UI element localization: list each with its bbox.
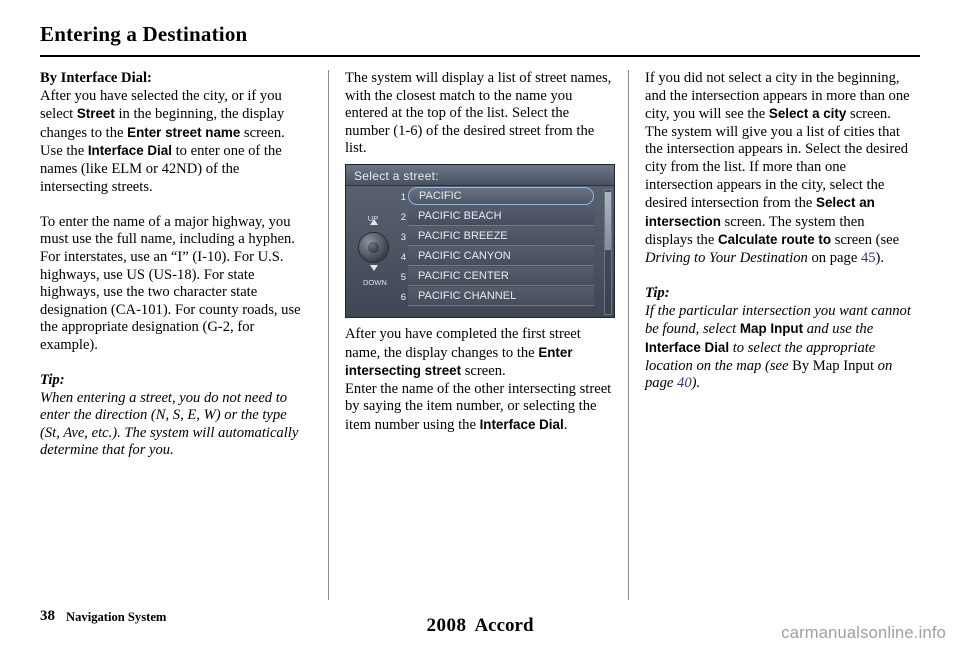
col2-paragraph-1: The system will display a list of street… <box>345 70 612 157</box>
col1-heading-text: By Interface Dial: <box>40 70 152 86</box>
col3-paragraph-1: If you did not select a city in the begi… <box>645 70 915 268</box>
col2-paragraph-3: Enter the name of the other intersecting… <box>345 381 615 435</box>
nav-list-numbers: 1 2 3 4 5 6 <box>392 186 406 317</box>
column-3: If you did not select a city in the begi… <box>645 70 915 393</box>
col3-spacer-1 <box>645 268 915 286</box>
manual-page: Entering a Destination By Interface Dial… <box>0 0 960 655</box>
nav-list-number-2: 2 <box>400 211 406 223</box>
nav-screen-figure: Select a street: UP DOWN 1 2 3 4 5 6 PAC… <box>345 163 615 318</box>
nav-list-number-6: 6 <box>400 291 406 303</box>
col3-tip-text: If the particular intersection you want … <box>645 303 915 393</box>
col2-paragraph-2: After you have completed the first stree… <box>345 326 615 381</box>
col3-tip-map-input-term: Map Input <box>739 321 804 337</box>
list-item[interactable]: PACIFIC BREEZE <box>408 226 594 246</box>
title-divider <box>40 55 920 57</box>
col1-p1-interface-dial-term: Interface Dial <box>87 143 172 159</box>
column-2: The system will display a list of street… <box>345 70 615 435</box>
col1-p1-enter-street-name-term: Enter street name <box>127 124 241 140</box>
nav-list-scrollbar-thumb[interactable] <box>605 191 611 250</box>
col3-p1-select-city-term: Select a city <box>768 106 847 122</box>
col1-tip-label-text: Tip: <box>40 372 65 389</box>
column-divider-1 <box>328 70 329 600</box>
column-divider-2 <box>628 70 629 600</box>
list-item[interactable]: PACIFIC BEACH <box>408 206 594 226</box>
nav-list-number-3: 3 <box>400 231 406 243</box>
footer-model: Accord <box>474 615 534 636</box>
list-item[interactable]: PACIFIC <box>408 186 594 205</box>
col2-p2-b: screen. <box>461 363 506 380</box>
col3-p1-driving-reference: Driving to Your Destination <box>645 249 808 266</box>
col3-p1-d: screen (see <box>831 232 900 249</box>
col1-tip-label: Tip: <box>40 372 310 390</box>
nav-screen-header: Select a street: <box>346 164 614 186</box>
col3-tip-bymap-reference: By Map Input <box>792 357 875 374</box>
col3-tip-interface-dial-term: Interface Dial <box>645 339 730 355</box>
nav-list-number-1: 1 <box>400 191 406 203</box>
dial-knob-icon <box>358 231 389 263</box>
col3-tip-page-reference[interactable]: 40 <box>677 375 692 391</box>
col1-heading: By Interface Dial: <box>40 70 310 88</box>
list-item[interactable]: PACIFIC CANYON <box>408 246 594 266</box>
col3-p1-page-reference[interactable]: 45 <box>861 250 876 266</box>
col3-p1-e: on page <box>807 249 861 266</box>
list-item[interactable]: PACIFIC CHANNEL <box>408 286 594 306</box>
col3-tip-b: and use the <box>803 321 874 338</box>
nav-list-number-4: 4 <box>400 251 406 263</box>
dial-down-arrow-icon <box>370 264 378 271</box>
col3-tip-label: Tip: <box>645 285 915 303</box>
nav-list-scrollbar[interactable] <box>604 188 612 315</box>
three-column-body: By Interface Dial: After you have select… <box>40 70 920 600</box>
list-item[interactable]: PACIFIC CENTER <box>408 266 594 286</box>
dial-up-arrow-icon <box>370 218 378 225</box>
col2-p3-b: . <box>563 416 568 433</box>
footer-year: 2008 <box>426 615 467 636</box>
col3-tip-label-text: Tip: <box>645 285 670 302</box>
watermark: carmanualsonline.info <box>781 624 946 642</box>
column-1: By Interface Dial: After you have select… <box>40 70 310 460</box>
page-title: Entering a Destination <box>40 22 248 46</box>
col1-tip-text: When entering a street, you do not need … <box>40 389 299 459</box>
nav-list-number-5: 5 <box>400 271 406 283</box>
col1-spacer-1 <box>40 196 310 214</box>
col1-p1-street-term: Street <box>76 106 115 122</box>
col3-p1-f: ). <box>875 249 885 266</box>
col2-p3-a: Enter the name of the other intersecting… <box>345 380 612 433</box>
col3-p1-calculate-route-term: Calculate route to <box>717 232 832 248</box>
col3-tip-e: ). <box>691 375 701 392</box>
col2-p3-interface-dial-term: Interface Dial <box>479 416 564 432</box>
nav-screen-header-label: Select a street: <box>354 168 439 183</box>
dial-down-label: DOWN <box>363 277 387 287</box>
col1-paragraph-1: After you have selected the city, or if … <box>40 88 310 197</box>
nav-street-list[interactable]: PACIFIC PACIFIC BEACH PACIFIC BREEZE PAC… <box>408 186 604 317</box>
col1-paragraph-2: To enter the name of a major highway, yo… <box>40 213 301 353</box>
col1-spacer-2 <box>40 355 310 373</box>
